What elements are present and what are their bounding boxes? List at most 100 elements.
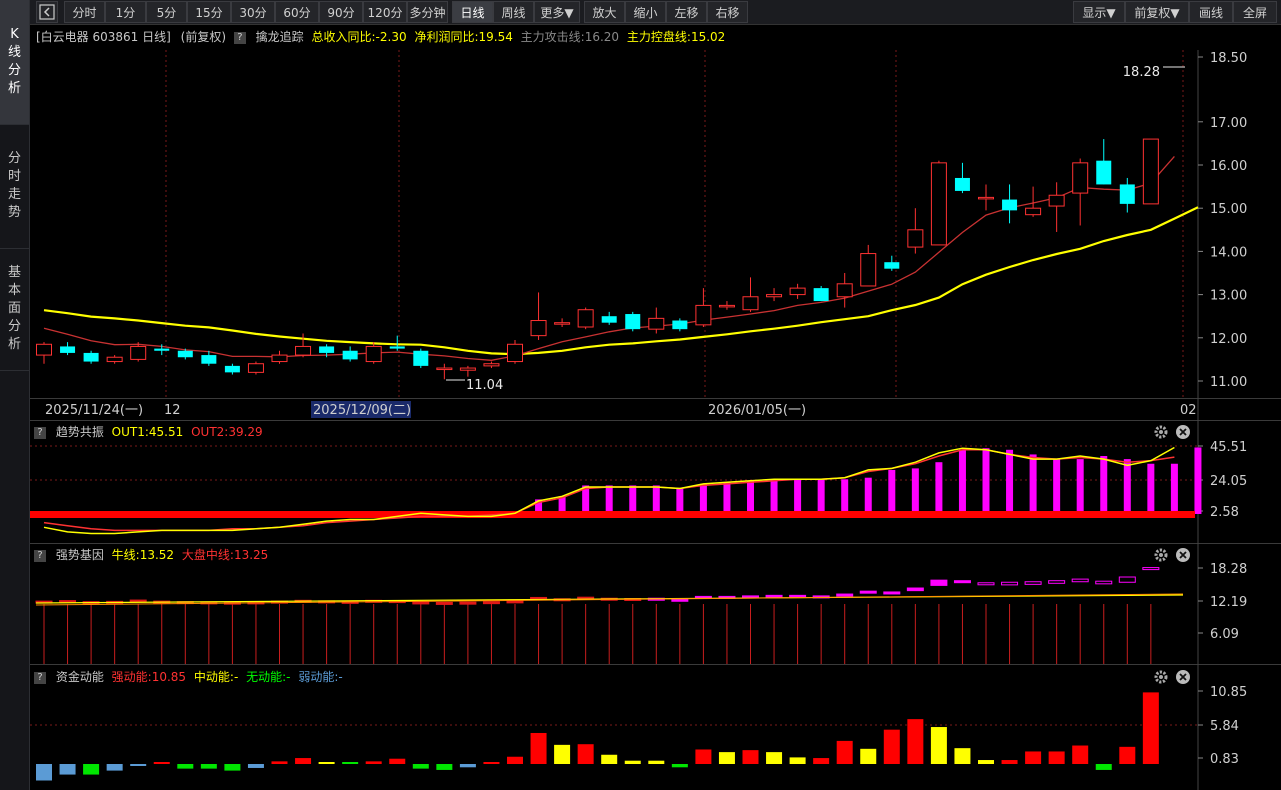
trend-bar [841, 479, 849, 514]
trend-bar [605, 485, 613, 514]
main-axis-label: 14.00 [1210, 245, 1247, 260]
gene-block [859, 590, 877, 594]
candle-body [907, 229, 924, 248]
momentum-bar [860, 748, 877, 764]
momentum-bar [342, 762, 359, 764]
trend-bar [629, 485, 637, 514]
momentum-bar [83, 764, 100, 775]
market-line [35, 593, 1184, 606]
close-icon[interactable] [1175, 424, 1191, 440]
candle-body [130, 345, 147, 360]
trend-bar [1076, 459, 1084, 514]
gene-block [1095, 580, 1113, 585]
candle-body [295, 345, 312, 356]
main-axis-label: 12.00 [1210, 332, 1247, 347]
momentum-bar [247, 764, 264, 768]
momentum-bar [1095, 764, 1112, 770]
trend-bar [747, 480, 754, 514]
candle-body [201, 355, 217, 364]
candle-body [766, 294, 783, 298]
trend-bar [911, 468, 919, 514]
gene-block [506, 600, 524, 604]
trend-bar [982, 448, 990, 514]
candle-body [954, 177, 970, 191]
trend-bar [723, 482, 731, 514]
gear-icon[interactable] [1153, 669, 1169, 685]
panel-controls [1153, 422, 1193, 442]
momentum-bar [718, 752, 735, 764]
momentum-bar [130, 764, 147, 766]
momentum-bar [601, 754, 618, 764]
panel1-axis-label: 2.58 [1210, 505, 1239, 520]
momentum-bar [836, 740, 853, 764]
gene-block [836, 593, 854, 597]
date-axis-label: 02 [1180, 403, 1197, 418]
candle-body [695, 304, 712, 326]
gene-block [1048, 580, 1066, 584]
momentum-bar [671, 764, 688, 768]
momentum-bar [883, 729, 900, 764]
momentum-bar [436, 764, 453, 770]
momentum-bar [789, 757, 806, 764]
momentum-bar [177, 764, 194, 769]
candle-body [224, 365, 240, 373]
trend-bar [958, 449, 966, 514]
candle-body [459, 367, 476, 371]
momentum-bar [365, 761, 382, 764]
momentum-bar [695, 749, 712, 764]
gear-icon[interactable] [1153, 547, 1169, 563]
date-axis-label: 2025/12/09(二) [313, 403, 411, 418]
candle-body [554, 322, 571, 325]
gene-block [1142, 567, 1160, 571]
candle-body [577, 309, 594, 328]
trend-bar [935, 462, 943, 514]
trend-bar [1123, 459, 1131, 514]
panel-controls [1153, 545, 1193, 565]
trend-bar [1006, 449, 1014, 514]
momentum-bar [200, 764, 217, 769]
momentum-bar [978, 760, 994, 764]
momentum-bar [412, 764, 429, 769]
candle-body [742, 296, 759, 311]
momentum-bar [530, 732, 547, 764]
momentum-bar [1072, 745, 1089, 764]
candle-body [978, 196, 994, 200]
candle-body [1119, 184, 1135, 204]
trend-bar [794, 479, 802, 514]
trend-bar [699, 483, 707, 514]
candle-body [813, 288, 829, 302]
momentum-bar [224, 764, 241, 771]
candle-body [483, 363, 500, 367]
trend-bar [1100, 455, 1108, 514]
momentum-bar [648, 760, 665, 764]
chart-canvas[interactable]: 18.50 17.00 16.00 15.00 14.00 13.00 12.00 11.00… [0, 0, 1281, 790]
gene-block [977, 582, 995, 586]
candle-body [1072, 162, 1089, 194]
trend-bar [676, 488, 684, 514]
momentum-bar [1001, 760, 1018, 764]
control-line [43, 206, 1199, 356]
close-icon[interactable] [1175, 547, 1191, 563]
momentum-bar [318, 762, 335, 764]
gene-block [1118, 576, 1136, 583]
momentum-bar [106, 764, 123, 771]
candle-body [83, 352, 99, 362]
gear-icon[interactable] [1153, 424, 1169, 440]
gene-block [671, 598, 689, 602]
max-price-label: 18.28 [1123, 65, 1160, 80]
main-axis-label: 16.00 [1210, 159, 1247, 174]
gene-block [1024, 581, 1042, 585]
main-axis-label: 18.50 [1210, 51, 1247, 66]
panel3-axis-label: 5.84 [1210, 719, 1239, 734]
momentum-bar [153, 762, 170, 764]
momentum-bar [813, 758, 830, 764]
momentum-bar [554, 744, 571, 764]
close-icon[interactable] [1175, 669, 1191, 685]
trend-bar [888, 469, 896, 514]
date-axis-label: 2026/01/05(一) [708, 403, 806, 418]
gene-block [953, 580, 971, 584]
momentum-bar [59, 764, 76, 775]
candle-body [1142, 138, 1159, 205]
candle-body [60, 346, 76, 353]
candle-body [1002, 199, 1018, 211]
